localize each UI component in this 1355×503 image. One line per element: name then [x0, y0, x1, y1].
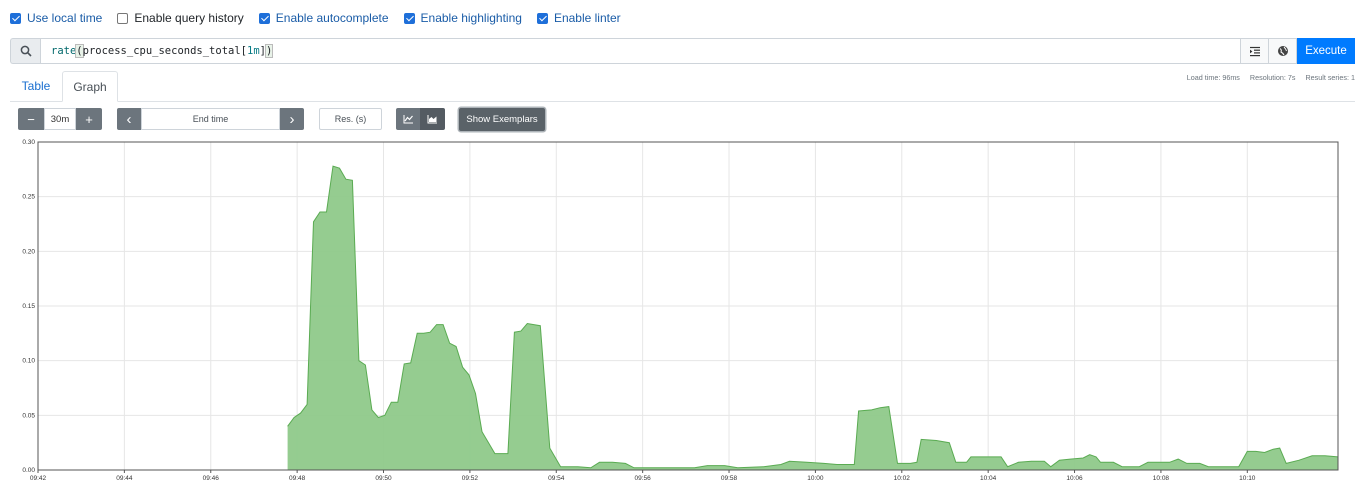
decrease-range-button[interactable]: − — [18, 108, 44, 130]
option-label: Enable linter — [553, 11, 621, 25]
resolution-stat: Resolution: 7s — [1249, 73, 1296, 82]
expression-input[interactable]: rate(process_cpu_seconds_total[1m]) — [40, 38, 1241, 64]
cpu-rate-chart[interactable]: 0.00 0.05 0.10 0.15 0.20 0.25 0.30 09:42 09:44 09… — [0, 137, 1355, 503]
x-tick-label: 09:42 — [30, 475, 47, 482]
y-tick-label: 0.05 — [22, 412, 35, 419]
query-function: rate — [51, 45, 77, 57]
x-tick-label: 09:44 — [116, 475, 133, 482]
range-input[interactable]: 30m — [44, 108, 76, 130]
checkbox-enable-autocomplete[interactable] — [258, 12, 270, 24]
y-tick-label: 0.20 — [22, 248, 35, 255]
show-exemplars-button[interactable]: Show Exemplars — [459, 108, 545, 131]
checkbox-use-local-time[interactable] — [10, 12, 21, 24]
result-tabs: Table Graph — [10, 71, 1355, 102]
x-tick-label: 10:10 — [1239, 475, 1256, 482]
tab-graph[interactable]: Graph — [62, 71, 118, 102]
y-tick-label: 0.25 — [22, 194, 35, 201]
y-tick-label: 0.15 — [22, 303, 35, 310]
query-paren-close: ) — [264, 44, 274, 58]
x-tick-label: 09:52 — [462, 475, 479, 482]
x-tick-label: 09:54 — [548, 475, 565, 482]
x-tick-label: 09:48 — [289, 475, 306, 482]
option-label: Enable query history — [134, 11, 244, 25]
y-tick-label: 0.30 — [22, 139, 35, 146]
previous-time-button[interactable]: ‹ — [117, 108, 141, 130]
query-options: Use local time Enable query history Enab… — [10, 9, 636, 27]
x-tick-label: 10:04 — [980, 475, 997, 482]
format-indent-icon[interactable] — [1241, 38, 1269, 64]
option-enable-autocomplete[interactable]: Enable autocomplete — [258, 11, 389, 25]
load-time: Load time: 96ms — [1186, 73, 1240, 82]
query-stats: Load time: 96ms Resolution: 7s Result se… — [1179, 73, 1355, 82]
checkbox-enable-highlighting[interactable] — [403, 12, 415, 24]
x-tick-label: 10:08 — [1153, 475, 1170, 482]
option-enable-linter[interactable]: Enable linter — [536, 11, 621, 25]
tab-table[interactable]: Table — [10, 71, 62, 101]
query-bar: rate(process_cpu_seconds_total[1m]) Exec… — [10, 38, 1355, 64]
increase-range-button[interactable]: + — [76, 108, 102, 130]
y-tick-label: 0.00 — [22, 467, 35, 474]
option-enable-query-history[interactable]: Enable query history — [117, 11, 244, 25]
search-icon — [10, 38, 40, 64]
x-tick-label: 10:02 — [894, 475, 911, 482]
x-tick-label: 09:46 — [203, 475, 220, 482]
option-label: Enable highlighting — [420, 11, 522, 25]
option-label: Enable autocomplete — [275, 11, 389, 25]
result-series: Result series: 1 — [1305, 73, 1355, 82]
option-label: Use local time — [27, 11, 103, 25]
checkbox-enable-linter[interactable] — [536, 12, 548, 24]
execute-button[interactable]: Execute — [1297, 38, 1355, 64]
area-chart-icon[interactable] — [420, 108, 445, 130]
line-chart-icon[interactable] — [396, 108, 420, 130]
option-enable-highlighting[interactable]: Enable highlighting — [403, 11, 522, 25]
x-tick-label: 10:00 — [807, 475, 824, 482]
x-tick-label: 09:56 — [635, 475, 652, 482]
checkbox-enable-query-history[interactable] — [117, 12, 129, 24]
globe-icon[interactable] — [1269, 38, 1297, 64]
x-tick-label: 09:58 — [721, 475, 738, 482]
next-time-button[interactable]: › — [280, 108, 304, 130]
query-duration: 1m — [247, 45, 260, 57]
end-time-input[interactable]: End time — [141, 108, 280, 130]
resolution-input[interactable]: Res. (s) — [319, 108, 382, 130]
query-metric: process_cpu_seconds_total — [82, 45, 241, 57]
y-tick-label: 0.10 — [22, 358, 35, 365]
x-tick-label: 09:50 — [375, 475, 392, 482]
x-tick-label: 10:06 — [1066, 475, 1083, 482]
option-use-local-time[interactable]: Use local time — [10, 11, 102, 25]
